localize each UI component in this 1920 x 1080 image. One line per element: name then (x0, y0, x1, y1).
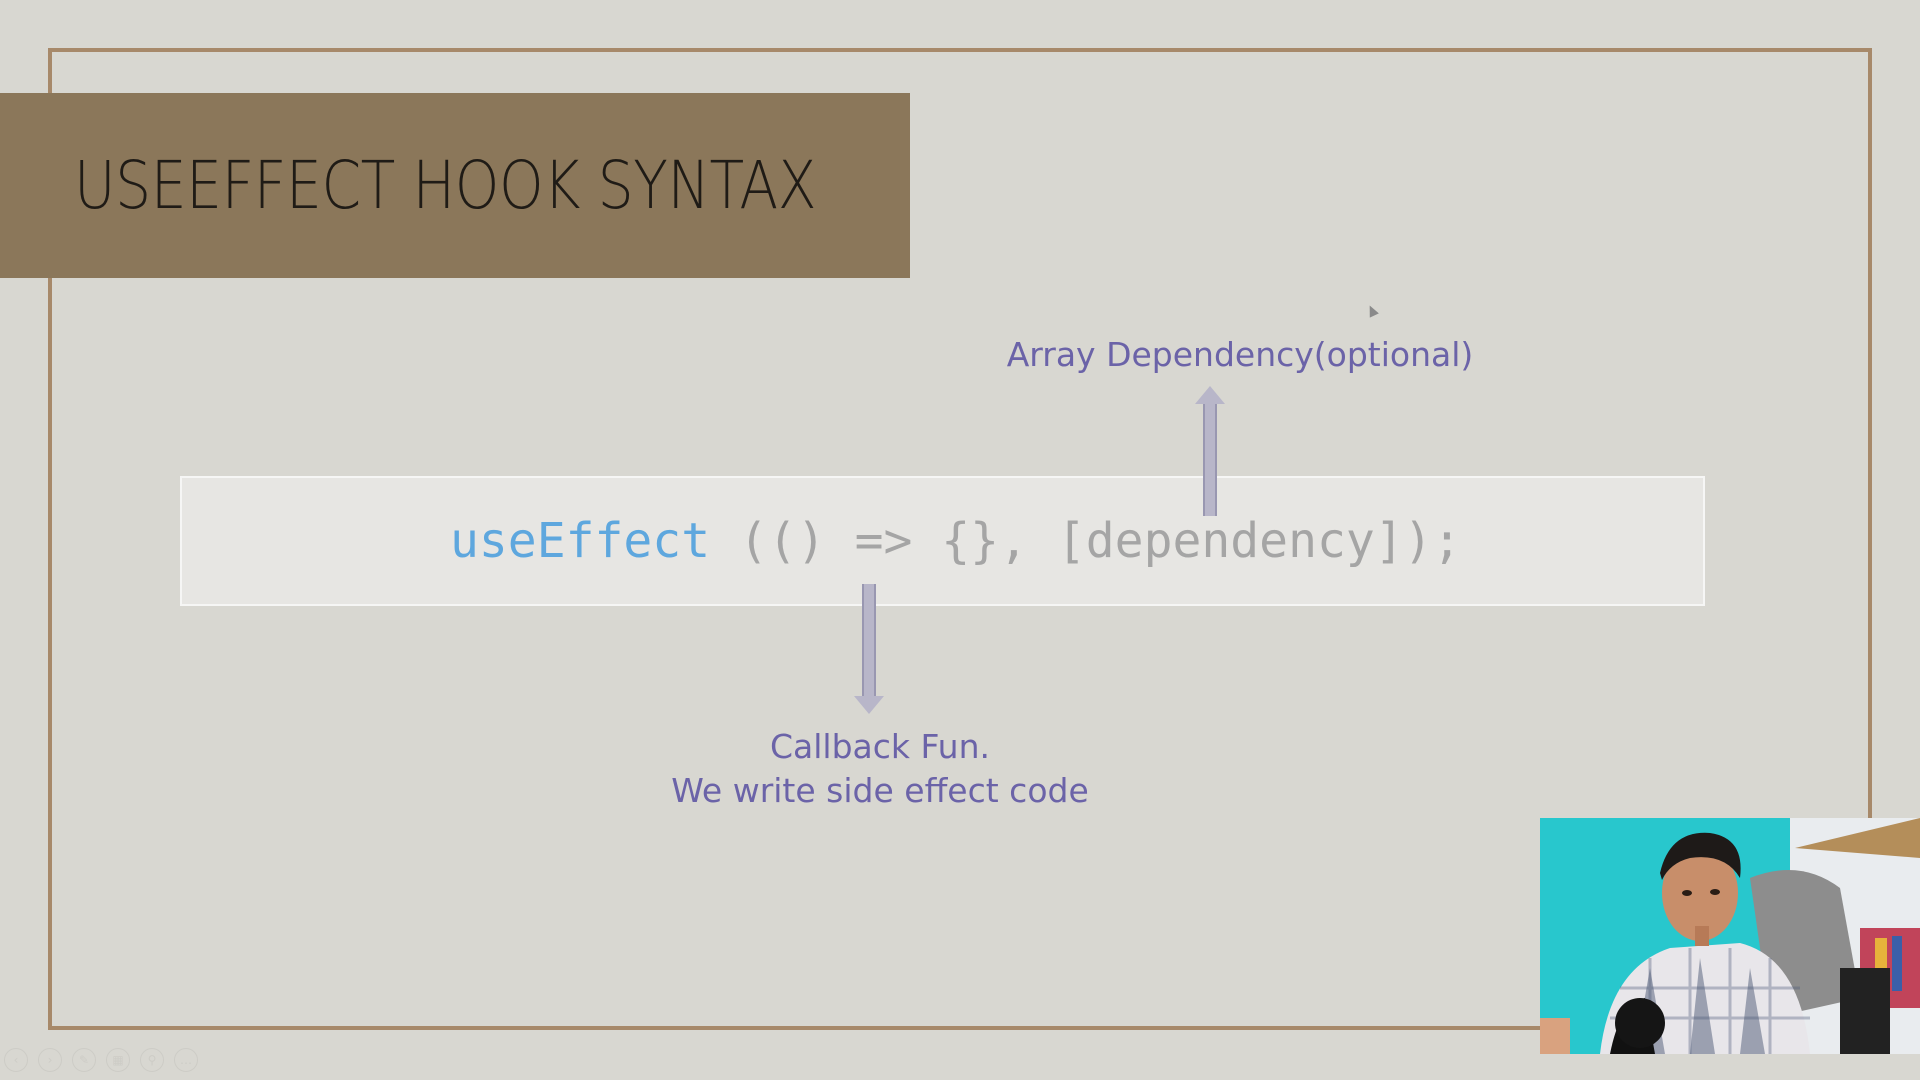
presenter-webcam (1540, 818, 1920, 1054)
zoom-icon[interactable]: ⚲ (140, 1048, 164, 1072)
previous-icon[interactable]: ‹ (4, 1048, 28, 1072)
code-line: useEffect (() => {}, [dependency]); (450, 476, 1461, 606)
arrow-up-head-icon (1195, 386, 1225, 404)
callback-label: Callback Fun. We write side effect code (620, 725, 1140, 813)
pen-icon[interactable]: ✎ (72, 1048, 96, 1072)
slide-title: USEEFFECT HOOK SYNTAX (74, 147, 817, 224)
arrow-down-head-icon (854, 696, 884, 714)
code-arguments: (() => {}, [dependency]); (710, 513, 1462, 569)
arrow-down-shaft (862, 584, 876, 696)
slideshow-controls: ‹ › ✎ ▦ ⚲ … (4, 1048, 198, 1074)
callback-label-line2: We write side effect code (671, 771, 1089, 810)
callback-label-line1: Callback Fun. (769, 727, 990, 766)
presentation-slide: USEEFFECT HOOK SYNTAX useEffect (() => {… (0, 0, 1920, 1080)
next-icon[interactable]: › (38, 1048, 62, 1072)
array-dependency-label: Array Dependency(optional) (1006, 335, 1474, 374)
more-icon[interactable]: … (174, 1048, 198, 1072)
arrow-up-shaft (1203, 404, 1217, 516)
slides-grid-icon[interactable]: ▦ (106, 1048, 130, 1072)
presenter-video-icon (1540, 818, 1920, 1054)
code-function-name: useEffect (450, 513, 711, 569)
